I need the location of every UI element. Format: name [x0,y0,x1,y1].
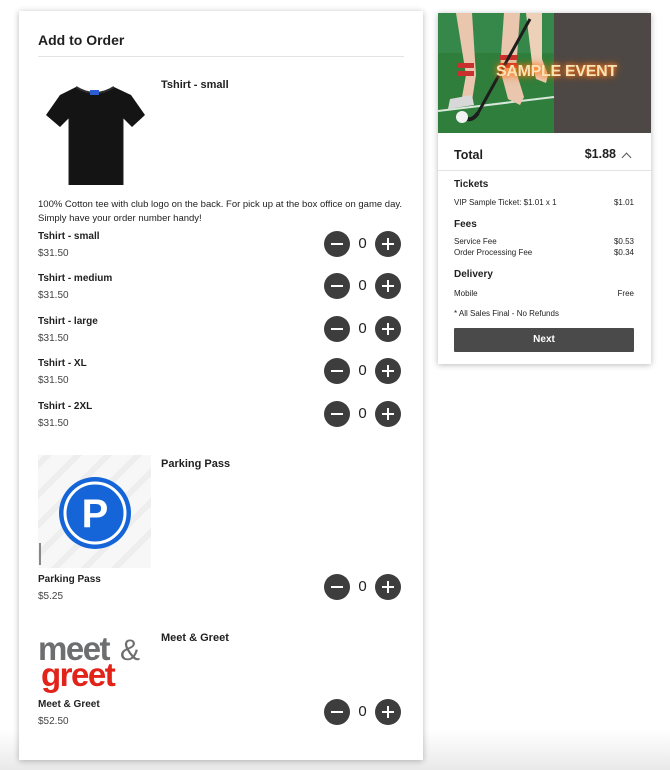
ticket-line-value: $1.01 [613,198,634,207]
greet-logo-text: greet [41,656,116,693]
minus-circle-icon[interactable] [324,316,350,342]
tshirt-description: 100% Cotton tee with club logo on the ba… [38,199,403,224]
parking-logo-letter: P [82,492,109,536]
minus-circle-icon[interactable] [324,574,350,600]
service-fee-label: Service Fee [454,237,497,246]
variant-name: Tshirt - XL [38,358,87,369]
quantity-stepper: 0 [324,231,401,257]
variant-row-tshirt-medium: Tshirt - medium $31.50 0 [38,273,401,307]
service-fee-value: $0.53 [613,237,634,246]
delivery-method: Mobile [454,289,478,298]
plus-circle-icon[interactable] [375,699,401,725]
variant-name: Tshirt - medium [38,273,113,284]
variant-price: $52.50 [38,716,69,727]
processing-fee-value: $0.34 [613,248,634,257]
quantity-value: 0 [358,362,367,379]
refund-policy-note: * All Sales Final - No Refunds [454,309,559,318]
variant-name: Meet & Greet [38,699,100,710]
ticket-line-label: VIP Sample Ticket: $1.01 x 1 [454,198,557,207]
processing-fee-label: Order Processing Fee [454,248,533,257]
add-to-order-panel: Add to Order Tshirt - small 100% Cotton … [19,11,423,760]
parking-pass-image: P [25,442,161,578]
order-summary-panel: SAMPLE EVENT Total $1.88 Tickets VIP Sam… [438,13,651,364]
quantity-value: 0 [358,703,367,720]
variant-row-tshirt-small: Tshirt - small $31.50 0 [38,231,401,265]
variant-row-parking-pass: Parking Pass $5.25 0 [38,574,401,608]
quantity-value: 0 [358,320,367,337]
minus-circle-icon[interactable] [324,231,350,257]
title-divider [38,56,404,57]
meet-and-greet-image: meet & greet [38,626,151,696]
quantity-stepper: 0 [324,401,401,427]
quantity-stepper: 0 [324,273,401,299]
variant-price: $31.50 [38,290,69,301]
minus-circle-icon[interactable] [324,401,350,427]
plus-circle-icon[interactable] [375,358,401,384]
tshirt-image [38,73,151,186]
quantity-stepper: 0 [324,358,401,384]
variant-row-meet-greet: Meet & Greet $52.50 0 [38,699,401,733]
delivery-value: Free [617,289,634,298]
variant-price: $5.25 [38,591,64,602]
variant-name: Tshirt - large [38,316,98,327]
plus-circle-icon[interactable] [375,574,401,600]
variant-row-tshirt-large: Tshirt - large $31.50 0 [38,316,401,350]
event-banner-image: SAMPLE EVENT [438,13,651,133]
variant-row-tshirt-2xl: Tshirt - 2XL $31.50 0 [38,401,401,435]
variant-price: $31.50 [38,375,69,386]
next-button[interactable]: Next [454,328,634,352]
variant-name: Tshirt - small [38,231,100,242]
minus-circle-icon[interactable] [324,358,350,384]
quantity-stepper: 0 [324,316,401,342]
quantity-value: 0 [358,277,367,294]
minus-circle-icon[interactable] [324,699,350,725]
quantity-value: 0 [358,235,367,252]
minus-circle-icon[interactable] [324,273,350,299]
quantity-stepper: 0 [324,699,401,725]
plus-circle-icon[interactable] [375,273,401,299]
variant-price: $31.50 [38,418,69,429]
variant-name: Parking Pass [38,574,101,585]
meet-greet-product-name: Meet & Greet [161,632,229,644]
variant-price: $31.50 [38,248,69,259]
quantity-stepper: 0 [324,574,401,600]
total-divider [438,170,651,171]
plus-circle-icon[interactable] [375,316,401,342]
plus-circle-icon[interactable] [375,401,401,427]
plus-circle-icon[interactable] [375,231,401,257]
chevron-up-icon[interactable] [621,152,632,163]
variant-row-tshirt-xl: Tshirt - XL $31.50 0 [38,358,401,392]
parking-product-name: Parking Pass [161,458,231,470]
delivery-heading: Delivery [454,269,493,280]
total-label: Total [454,148,483,162]
meet-logo-ampersand: & [120,634,140,667]
tshirt-product-name: Tshirt - small [161,79,229,91]
tickets-heading: Tickets [454,179,489,190]
total-amount: $1.88 [584,147,616,161]
fees-heading: Fees [454,219,477,230]
panel-title: Add to Order [38,32,125,48]
quantity-value: 0 [358,578,367,595]
variant-price: $31.50 [38,333,69,344]
quantity-value: 0 [358,405,367,422]
event-title: SAMPLE EVENT [496,63,617,80]
variant-name: Tshirt - 2XL [38,401,93,412]
